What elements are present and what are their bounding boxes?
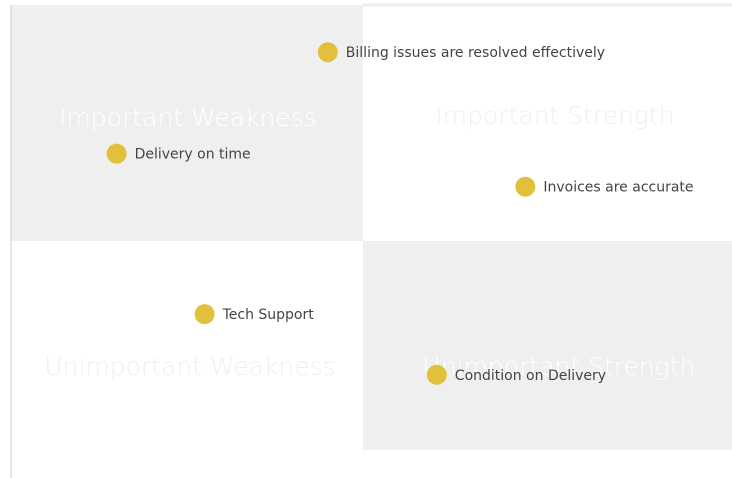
data-point-label: Invoices are accurate (543, 180, 693, 196)
quadrant-bl-background (11, 241, 363, 450)
data-point-label: Delivery on time (135, 147, 251, 163)
data-point-marker[interactable] (426, 364, 447, 385)
data-point-marker[interactable] (515, 176, 536, 197)
quadrant-label-tl: Important Weakness (59, 103, 317, 132)
data-point-label: Billing issues are resolved effectively (346, 45, 605, 61)
data-point-marker[interactable] (106, 143, 127, 164)
quadrant-label-tr: Important Strength (435, 101, 674, 130)
data-point-label: Tech Support (222, 307, 315, 323)
data-point-marker[interactable] (317, 42, 338, 63)
quadrant-label-bl: Unimportant Weakness (44, 352, 335, 381)
quadrant-br-background (363, 241, 732, 450)
data-point-marker[interactable] (194, 304, 215, 325)
data-point-label: Condition on Delivery (455, 368, 606, 384)
quadrant-chart: Important Weakness Important Strength Unim… (10, 3, 732, 478)
